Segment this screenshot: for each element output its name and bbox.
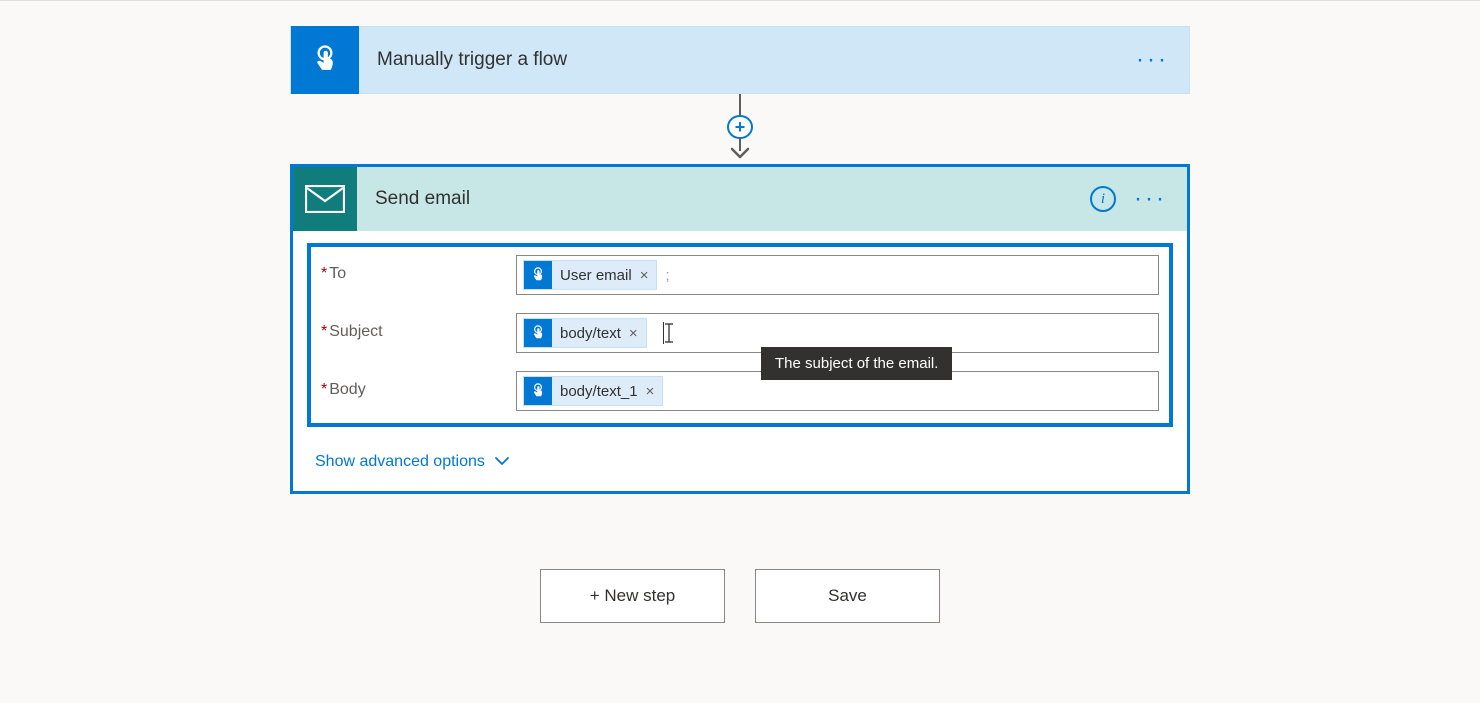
action-header[interactable]: Send email i ··· — [293, 167, 1187, 231]
info-icon[interactable]: i — [1090, 186, 1116, 212]
manual-trigger-icon — [524, 319, 552, 347]
field-row-body: *Body body/text_1 × — [321, 371, 1159, 411]
token-remove-button[interactable]: × — [640, 267, 649, 284]
connector-line — [739, 94, 741, 115]
token-user-email[interactable]: User email × — [523, 260, 657, 290]
show-advanced-options-link[interactable]: Show advanced options — [315, 453, 509, 471]
manual-trigger-icon — [524, 377, 552, 405]
subject-tooltip: The subject of the email. — [761, 347, 952, 380]
add-step-between-button[interactable]: + — [727, 115, 753, 140]
text-cursor-icon — [663, 322, 664, 344]
connector: + — [726, 94, 754, 164]
token-remove-button[interactable]: × — [646, 383, 655, 400]
action-form-body: *To User email × ; *Subject — [293, 231, 1187, 435]
flow-canvas: Manually trigger a flow ··· + Send email… — [0, 1, 1480, 623]
token-body-text[interactable]: body/text × — [523, 318, 647, 348]
required-indicator: * — [321, 323, 327, 340]
mail-icon — [293, 167, 357, 231]
field-label-subject: *Subject — [321, 313, 516, 341]
required-indicator: * — [321, 381, 327, 398]
save-button[interactable]: Save — [755, 569, 940, 623]
required-indicator: * — [321, 265, 327, 282]
action-card-send-email: Send email i ··· *To User email × — [290, 164, 1190, 494]
action-title: Send email — [375, 188, 1090, 210]
field-row-to: *To User email × ; — [321, 255, 1159, 295]
token-body-text-1[interactable]: body/text_1 × — [523, 376, 663, 406]
arrow-down-icon — [726, 137, 754, 164]
trigger-menu-button[interactable]: ··· — [1136, 46, 1169, 74]
form-highlight-area: *To User email × ; *Subject — [307, 243, 1173, 427]
trigger-card[interactable]: Manually trigger a flow ··· — [290, 26, 1190, 94]
footer-buttons: + New step Save — [290, 569, 1190, 623]
token-remove-button[interactable]: × — [629, 325, 638, 342]
advanced-options-row: Show advanced options — [293, 435, 1187, 491]
chevron-down-icon — [495, 453, 509, 471]
action-menu-button[interactable]: ··· — [1134, 185, 1167, 213]
new-step-button[interactable]: + New step — [540, 569, 725, 623]
manual-trigger-icon — [524, 261, 552, 289]
field-label-body: *Body — [321, 371, 516, 399]
manual-trigger-icon — [291, 26, 359, 94]
trailing-semicolon: ; — [665, 267, 669, 284]
field-label-to: *To — [321, 255, 516, 283]
trigger-title: Manually trigger a flow — [377, 49, 1136, 71]
to-input[interactable]: User email × ; — [516, 255, 1159, 295]
field-row-subject: *Subject body/text × — [321, 313, 1159, 353]
